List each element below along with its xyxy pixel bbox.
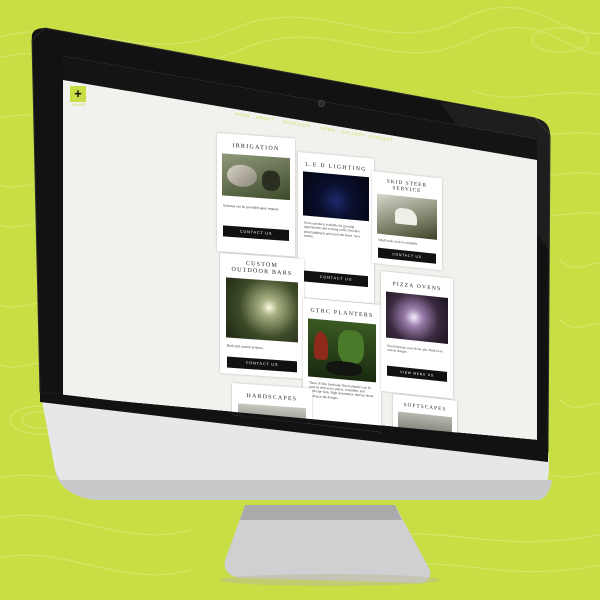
card-title: HARDSCAPES [246, 393, 298, 403]
card-title: CUSTOM OUTDOOR BARS [231, 260, 293, 277]
card-pizza-ovens: PIZZA OVENS Wood burning ovens & fire pi… [381, 271, 453, 399]
card-title: GTRC PLANTERS [310, 307, 374, 320]
nav-gallery[interactable]: GALLERY [341, 129, 366, 138]
card-image [377, 193, 437, 240]
card-image [222, 153, 290, 201]
card-text: Built and custom projects. [227, 343, 264, 351]
nav-news[interactable]: NEWS [320, 125, 336, 133]
card-image [303, 171, 369, 222]
card-text: Small scale services available. [378, 237, 419, 246]
card-image [386, 291, 448, 345]
card-text: Systems can be provided upon request. [223, 203, 280, 212]
logo-text: SHARE [71, 103, 87, 107]
card-custom-outdoor-bars: CUSTOM OUTDOOR BARS Built and custom pro… [220, 253, 304, 379]
nav-contact[interactable]: CONTACT [368, 134, 394, 143]
card-planters: GTRC PLANTERS These 30 litre landscape f… [303, 298, 381, 437]
contact-button[interactable]: CONTACT US [378, 247, 436, 264]
card-text: Newer products available for growing opp… [304, 220, 361, 239]
logo[interactable]: + [70, 86, 86, 102]
contact-button[interactable]: CONTACT US [304, 270, 368, 288]
card-title: SKID STEER SERVICE [386, 178, 428, 195]
nav-about[interactable]: ABOUT [256, 115, 275, 123]
card-image [398, 411, 452, 435]
card-irrigation: IRRIGATION Systems can be provided upon … [217, 133, 295, 257]
card-title: IRRIGATION [232, 143, 280, 153]
card-softscapes: SOFTSCAPES [393, 394, 457, 435]
card-skid-steer: SKID STEER SERVICE Small scale services … [372, 171, 442, 271]
contact-button[interactable]: CONTACT US [223, 225, 289, 242]
nav-home[interactable]: HOME [235, 111, 251, 119]
card-image [238, 403, 306, 429]
card-hardscapes: HARDSCAPES [232, 383, 312, 429]
contact-button[interactable]: VIEW MENU US [387, 365, 447, 382]
nav-services[interactable]: SERVICES [282, 119, 310, 128]
card-image [308, 318, 376, 383]
card-text: Wood burning ovens & fire pits. Built fr… [387, 343, 443, 354]
card-text: These 30 litre landscape flower planters… [309, 380, 374, 400]
contact-button[interactable]: CONTACT US [227, 356, 297, 373]
card-image [226, 277, 298, 343]
card-led-lighting: L.E.D LIGHTING Newer products available … [298, 152, 374, 304]
webcam [318, 100, 325, 107]
logo-mark: + [74, 86, 82, 101]
